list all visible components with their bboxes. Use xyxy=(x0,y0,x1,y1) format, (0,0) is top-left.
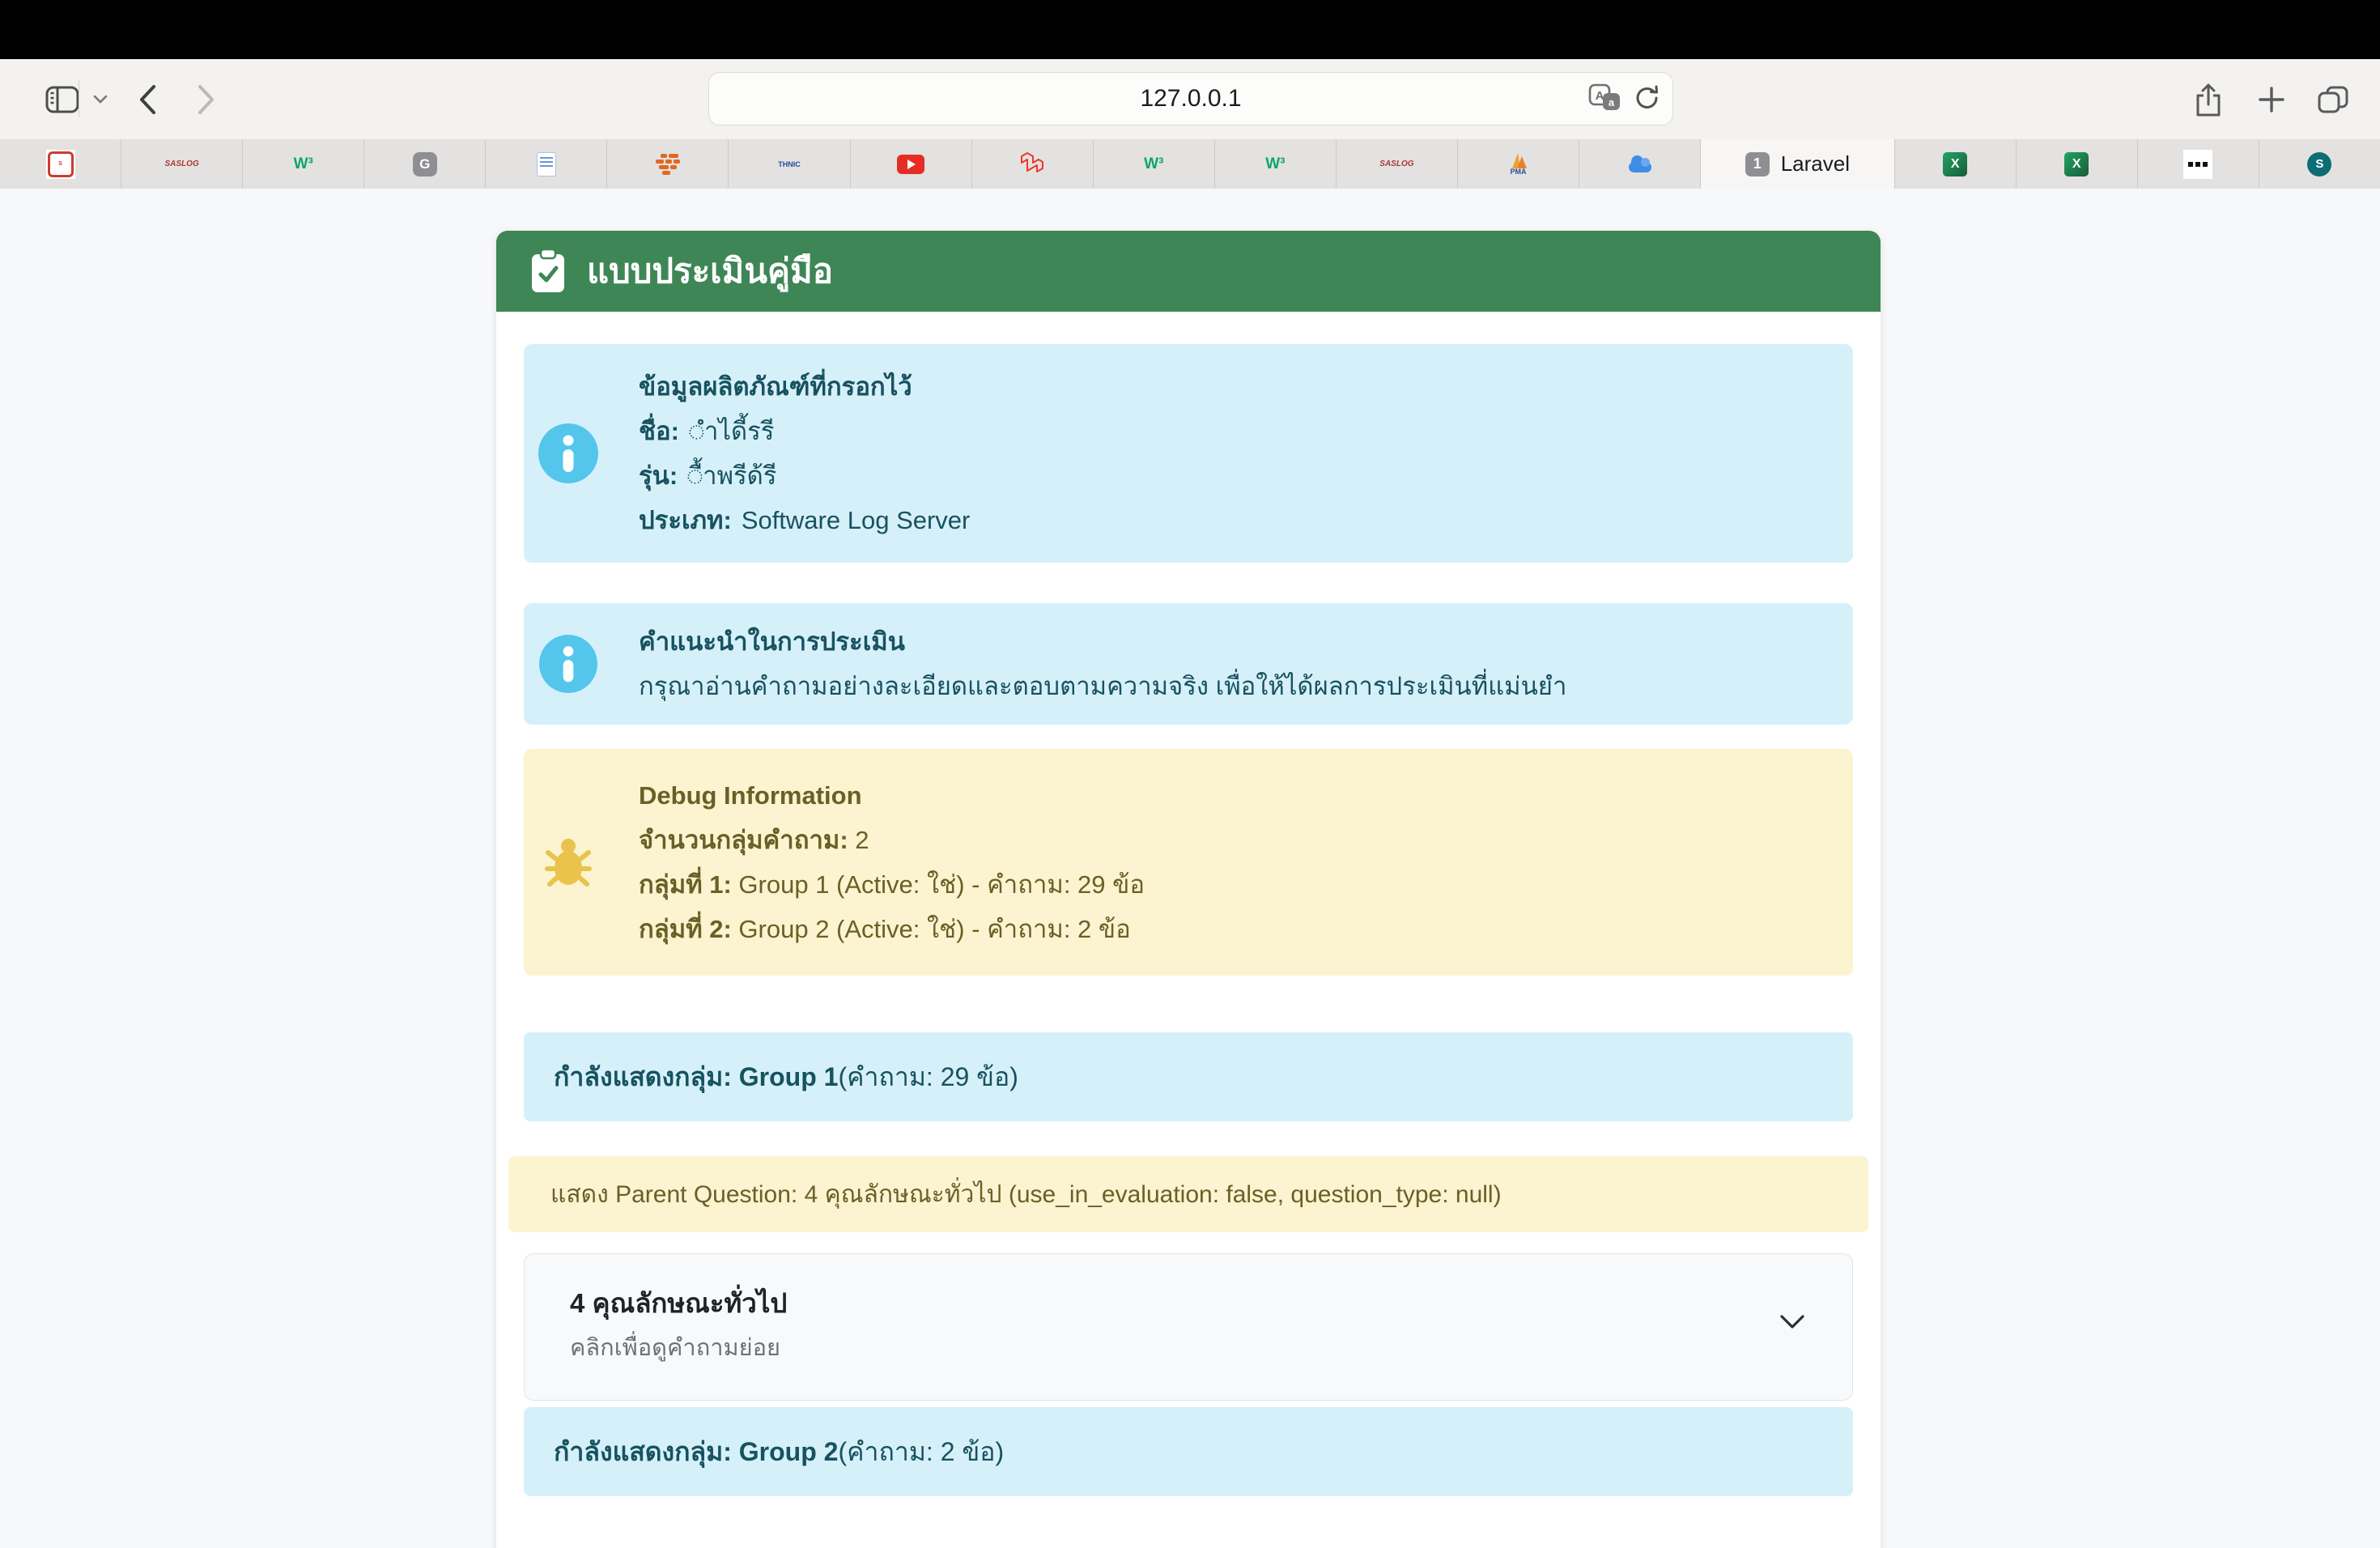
tab-cloud[interactable] xyxy=(1579,139,1701,189)
tab-thnic[interactable]: THNIC xyxy=(729,139,850,189)
reload-icon xyxy=(1634,83,1661,112)
share-icon xyxy=(2195,82,2222,117)
url-text: 127.0.0.1 xyxy=(1140,85,1241,113)
translate-icon: A a xyxy=(1588,82,1622,113)
group2-banner: กำลังแสดงกลุ่ม: Group 2 (คำถาม: 2 ข้อ) xyxy=(524,1407,1853,1496)
sharepoint-logo-icon: S xyxy=(2307,152,2331,176)
w3schools-logo-icon: W³ xyxy=(1265,155,1285,173)
phpmyadmin-logo-icon: PMA xyxy=(1506,152,1530,176)
debug-title: Debug Information xyxy=(639,773,1145,818)
cloud-logo-icon xyxy=(1629,162,1651,172)
tab-overview-button[interactable] xyxy=(2310,59,2356,139)
product-name-value: ◌ำไดี้รรี xyxy=(689,417,774,445)
parent-question-accordion[interactable]: 4 คุณลักษณะทั่วไป คลิกเพื่อดูคำถามย่อย xyxy=(524,1253,1853,1401)
debug-group1-row: กลุ่มที่ 1: Group 1 (Active: ใช่) - คำถา… xyxy=(639,862,1145,907)
card-header: แบบประเมินคู่มือ xyxy=(496,231,1881,312)
thnic-logo-icon: THNIC xyxy=(778,160,801,168)
debug-group2-row: กลุ่มที่ 2: Group 2 (Active: ใช่) - คำถา… xyxy=(639,907,1145,951)
tab-excel-1[interactable]: X xyxy=(1895,139,2017,189)
tab-scuat[interactable]: S xyxy=(0,139,121,189)
tab-excel-2[interactable]: X xyxy=(2017,139,2138,189)
instructions-title: คำแนะนำในการประเมิน xyxy=(639,619,1566,664)
product-type-row: ประเภท:Software Log Server xyxy=(639,498,970,542)
bug-icon xyxy=(538,832,598,892)
share-button[interactable] xyxy=(2186,59,2231,139)
instructions-box: คำแนะนำในการประเมิน กรุณาอ่านคำถามอย่างล… xyxy=(524,603,1853,725)
youtube-logo-icon xyxy=(897,155,924,174)
accordion-subtitle: คลิกเพื่อดูคำถามย่อย xyxy=(570,1329,780,1366)
tab-laravel-icon-only[interactable] xyxy=(972,139,1094,189)
tab-sharepoint[interactable]: S xyxy=(2259,139,2380,189)
browser-toolbar: 127.0.0.1 A a xyxy=(0,59,2380,140)
chevron-down-icon xyxy=(93,95,108,104)
tab-g[interactable]: G xyxy=(364,139,486,189)
svg-text:a: a xyxy=(1609,96,1615,108)
tab-w3schools-3[interactable]: W³ xyxy=(1215,139,1337,189)
saslog-logo-icon: SASLOG xyxy=(165,159,199,168)
active-tab-label: Laravel xyxy=(1781,151,1850,176)
tab-strip: S SASLOG W³ G THNIC W³ W³ SASLOG PMA xyxy=(0,139,2380,189)
g-logo-icon: G xyxy=(413,152,437,176)
w3schools-logo-icon: W³ xyxy=(1144,155,1163,173)
menu-bar xyxy=(0,0,2380,59)
excel-logo-icon: X xyxy=(2064,152,2089,176)
tab-more[interactable] xyxy=(2138,139,2259,189)
instructions-text: กรุณาอ่านคำถามอย่างละเอียดและตอบตามความจ… xyxy=(639,664,1566,708)
info-icon xyxy=(538,423,598,483)
tabs-icon xyxy=(2317,85,2349,114)
tab-orange-blocks[interactable] xyxy=(607,139,729,189)
accordion-title: 4 คุณลักษณะทั่วไป xyxy=(570,1282,787,1325)
chevron-down-icon[interactable] xyxy=(1779,1314,1805,1329)
group1-banner: กำลังแสดงกลุ่ม: Group 1 (คำถาม: 29 ข้อ) xyxy=(524,1032,1853,1121)
tab-saslog-2[interactable]: SASLOG xyxy=(1337,139,1458,189)
forward-icon xyxy=(198,84,215,115)
w3schools-logo-icon: W³ xyxy=(294,155,313,173)
sidebar-menu-button[interactable] xyxy=(86,59,115,139)
page-title: แบบประเมินคู่มือ xyxy=(587,245,833,298)
sidebar-icon xyxy=(45,86,79,113)
tab-youtube[interactable] xyxy=(851,139,972,189)
evaluation-card: แบบประเมินคู่มือ ข้อมูลผลิตภัณฑ์ที่กรอกไ… xyxy=(496,231,1881,1548)
plus-icon xyxy=(2258,86,2285,113)
tab-w3schools-2[interactable]: W³ xyxy=(1094,139,1215,189)
product-type-value: Software Log Server xyxy=(742,506,971,534)
product-info-title: ข้อมูลผลิตภัณฑ์ที่กรอกไว้ xyxy=(639,364,970,409)
forward-button[interactable] xyxy=(189,59,224,139)
tab-saslog[interactable]: SASLOG xyxy=(121,139,243,189)
clipboard-check-icon xyxy=(530,249,566,294)
info-icon xyxy=(539,635,597,693)
address-bar[interactable]: 127.0.0.1 A a xyxy=(708,72,1673,125)
product-name-row: ชื่อ:◌ำไดี้รรี xyxy=(639,409,970,453)
saslog-logo-icon: SASLOG xyxy=(1379,159,1413,168)
more-tabs-icon xyxy=(2183,150,2212,179)
page-content: แบบประเมินคู่มือ ข้อมูลผลิตภัณฑ์ที่กรอกไ… xyxy=(0,189,2380,1548)
svg-text:A: A xyxy=(1596,89,1604,103)
orange-blocks-logo-icon xyxy=(656,154,680,175)
scuat-logo-icon: S xyxy=(46,150,75,179)
reload-button[interactable] xyxy=(1634,83,1661,116)
laravel-logo-icon xyxy=(1020,151,1044,177)
debug-count-row: จำนวนกลุ่มคำถาม: 2 xyxy=(639,818,1145,862)
product-info-box: ข้อมูลผลิตภัณฑ์ที่กรอกไว้ ชื่อ:◌ำไดี้รรี… xyxy=(524,344,1853,563)
product-model-row: รุ่น:◌ื้าพรีด้รี xyxy=(639,453,970,498)
tab-laravel-active[interactable]: 1 Laravel xyxy=(1701,139,1895,189)
tab-phpmyadmin[interactable]: PMA xyxy=(1458,139,1579,189)
back-icon xyxy=(138,84,156,115)
sidebar-toggle-button[interactable] xyxy=(42,59,83,139)
tab-w3schools[interactable]: W³ xyxy=(243,139,364,189)
translate-button[interactable]: A a xyxy=(1588,82,1622,117)
excel-logo-icon: X xyxy=(1943,152,1967,176)
tab-document[interactable] xyxy=(486,139,607,189)
parent-question-banner: แสดง Parent Question: 4 คุณลักษณะทั่วไป … xyxy=(508,1156,1868,1232)
product-model-value: ◌ื้าพรีด้รี xyxy=(687,461,776,490)
new-tab-button[interactable] xyxy=(2249,59,2294,139)
document-logo-icon xyxy=(537,152,556,176)
back-button[interactable] xyxy=(130,59,165,139)
laravel-tab-badge-icon: 1 xyxy=(1745,152,1770,176)
debug-box: Debug Information จำนวนกลุ่มคำถาม: 2 กลุ… xyxy=(524,749,1853,976)
